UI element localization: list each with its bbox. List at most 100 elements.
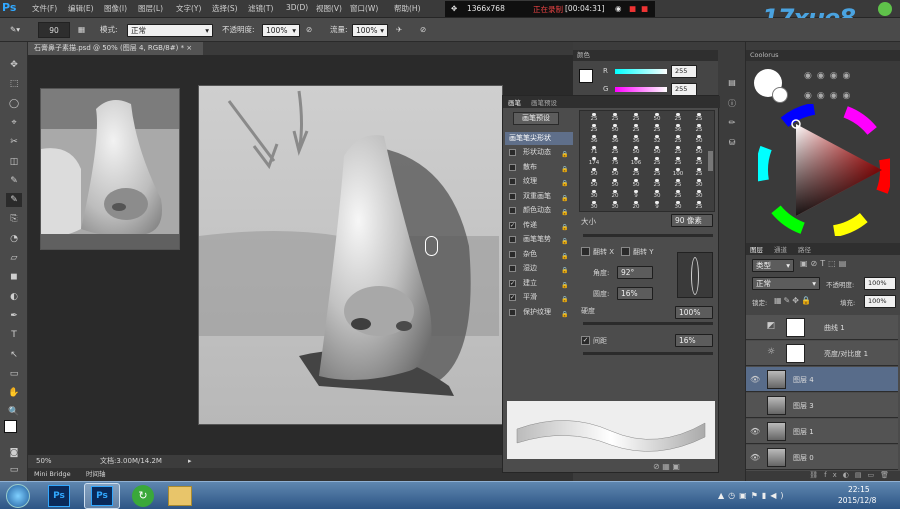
brush-tip-cell[interactable]: 50 <box>584 179 604 190</box>
paths-tab[interactable]: 路径 <box>798 244 811 254</box>
lock-icons[interactable]: ▦✎✥🔒 <box>774 296 813 305</box>
brush-option-checkbox[interactable] <box>509 178 516 185</box>
brush-option-item[interactable]: 纹理 🔒 <box>503 175 569 188</box>
brush-option-checkbox[interactable] <box>509 250 516 258</box>
brush-tip-cell[interactable]: 36 <box>668 124 688 135</box>
layer-visibility-icon[interactable]: 👁 <box>750 375 760 384</box>
brush-tip-cell[interactable]: 50 <box>647 146 667 157</box>
record-icon[interactable]: ■ <box>641 4 648 13</box>
lock-icon[interactable]: 🔒 <box>561 206 568 216</box>
history-icon[interactable]: ▤ <box>722 78 742 87</box>
menu-item[interactable]: 图像(I) <box>104 3 127 14</box>
brush-tip-cell[interactable]: 25 <box>689 157 709 168</box>
shape-tool-icon[interactable]: ▭ <box>6 367 22 381</box>
brush-tip-cell[interactable]: 25 <box>668 179 688 190</box>
roundness-input[interactable]: 16% <box>617 287 653 300</box>
color-wheel[interactable] <box>758 104 890 236</box>
brush-tip-cell[interactable]: 50 <box>689 135 709 146</box>
brush-presets-button[interactable]: 画笔预设 <box>513 112 559 125</box>
blend-mode-select[interactable]: 正常 ▾ <box>752 277 820 290</box>
record-stop-icon[interactable]: ■ <box>629 4 636 13</box>
red-value[interactable]: 255 <box>671 65 697 78</box>
brush-tool-icon[interactable]: ✎ <box>6 193 22 208</box>
brush-tip-cell[interactable]: 30 <box>584 190 604 201</box>
brush-tip-cell[interactable]: 25 <box>668 135 688 146</box>
hand-tool-icon[interactable]: ✋ <box>6 386 22 400</box>
brush-option-checkbox[interactable] <box>509 149 516 156</box>
menu-item[interactable]: 文字(Y) <box>176 3 201 14</box>
path-select-tool-icon[interactable]: ↖ <box>6 348 22 362</box>
brush-tip-cell[interactable]: 9 <box>626 190 646 201</box>
coolorus-tool-icons[interactable]: ◉◉◉◉ <box>804 91 855 101</box>
brush-option-item[interactable]: 保护纹理 🔒 <box>503 306 569 319</box>
brush-tip-cell[interactable]: 25 <box>647 157 667 168</box>
status-menu-icon[interactable]: ▸ <box>188 455 192 468</box>
lock-icon[interactable]: 🔒 <box>561 293 568 303</box>
brush-tip-cell[interactable]: 50 <box>584 168 604 179</box>
brush-option-checkbox[interactable] <box>509 207 516 214</box>
folder-icon[interactable] <box>168 486 192 506</box>
brush-tip-cell[interactable]: 25 <box>626 124 646 135</box>
layer-visibility-icon[interactable]: 👁 <box>750 453 760 462</box>
brush-tip-cell[interactable]: 25 <box>689 168 709 179</box>
brush-tip-cell[interactable]: 25 <box>605 146 625 157</box>
brush-tip-cell[interactable]: 30 <box>689 190 709 201</box>
layer-filter-select[interactable]: 类型 ▾ <box>752 259 794 272</box>
coolorus-tab[interactable]: Coolorus <box>746 50 900 61</box>
menu-item[interactable]: 3D(D) <box>286 3 308 12</box>
tray-icons[interactable]: ▲◷▣⚑▮◀) <box>718 491 788 500</box>
spacing-slider[interactable] <box>583 352 713 355</box>
brush-option-item[interactable]: ✓ 传递 🔒 <box>503 219 569 232</box>
brush-panel-toggle-icon[interactable]: ▦ <box>78 22 85 37</box>
mini-bridge-tab[interactable]: Mini Bridge <box>34 468 71 481</box>
brush-tip-cell[interactable]: 71 <box>584 146 604 157</box>
brush-tip-cell[interactable]: 30 <box>668 201 688 211</box>
lock-icon[interactable]: 🔒 <box>561 235 568 245</box>
menu-item[interactable]: 视图(V) <box>316 3 342 14</box>
layer-visibility-icon[interactable] <box>750 323 760 332</box>
opacity-input[interactable]: 100% ▾ <box>262 24 300 37</box>
lock-icon[interactable]: 🔒 <box>561 148 568 158</box>
brush-tip-cell[interactable]: 50 <box>605 179 625 190</box>
layer-visibility-icon[interactable] <box>750 349 760 358</box>
brush-tip-cell[interactable]: 50 <box>689 146 709 157</box>
lock-icon[interactable]: 🔒 <box>561 279 568 289</box>
lock-icon[interactable]: 🔒 <box>561 250 568 260</box>
layer-row[interactable]: 👁 图层 1 <box>746 419 898 444</box>
brush-tip-cell[interactable]: 25 <box>626 113 646 124</box>
brush-tip-cell[interactable]: 30 <box>584 201 604 211</box>
previous-color-swatch[interactable] <box>772 87 788 103</box>
brush-tip-cell[interactable]: 25 <box>626 168 646 179</box>
tip-shape-header[interactable]: 画笔笔尖形状 <box>505 132 573 145</box>
layer-visibility-icon[interactable]: 👁 <box>750 427 760 436</box>
mode-select[interactable]: 正常 ▾ <box>127 24 213 37</box>
airbrush-icon[interactable]: ✈ <box>396 22 402 37</box>
photoshop-taskbar-icon-1[interactable]: Ps <box>48 485 70 507</box>
brush-tip-cell[interactable]: 25 <box>584 113 604 124</box>
brush-tool-icon[interactable]: ✎▾ <box>10 22 20 37</box>
brush-tip-cell[interactable]: 75 <box>605 157 625 168</box>
color-panel-tab[interactable]: 颜色 <box>573 50 718 61</box>
brush-size-preset[interactable]: 90 <box>38 22 70 38</box>
lasso-tool-icon[interactable]: ◯ <box>6 97 22 111</box>
brush-presets-icon[interactable]: ✏ <box>722 118 742 127</box>
brush-option-checkbox[interactable]: ✓ <box>509 221 516 229</box>
spacing-input[interactable]: 16% <box>675 334 713 347</box>
screen-mode-icon[interactable]: ▭ <box>6 463 22 477</box>
brush-tip-cell[interactable]: 20 <box>605 190 625 201</box>
timeline-tab[interactable]: 时间轴 <box>86 468 106 481</box>
layer-row[interactable]: 图层 3 <box>746 393 898 418</box>
brush-tip-cell[interactable]: 30 <box>689 179 709 190</box>
clone-source-icon[interactable]: ⛁ <box>722 138 742 147</box>
photoshop-taskbar-active[interactable]: Ps <box>84 483 120 509</box>
brush-tip-cell[interactable]: 25 <box>689 124 709 135</box>
brush-tip-cell[interactable]: 50 <box>605 168 625 179</box>
menu-item[interactable]: 图层(L) <box>138 3 163 14</box>
layer-row[interactable]: ☼ 亮度/对比度 1 <box>746 341 898 366</box>
brush-tip-cell[interactable]: 25 <box>605 113 625 124</box>
pen-tool-icon[interactable]: ✒ <box>6 309 22 323</box>
layer-visibility-icon[interactable] <box>750 401 760 410</box>
brush-option-item[interactable]: 杂色 🔒 <box>503 248 569 261</box>
pressure-opacity-icon[interactable]: ⊘ <box>306 22 312 37</box>
brush-option-checkbox[interactable] <box>509 192 516 200</box>
